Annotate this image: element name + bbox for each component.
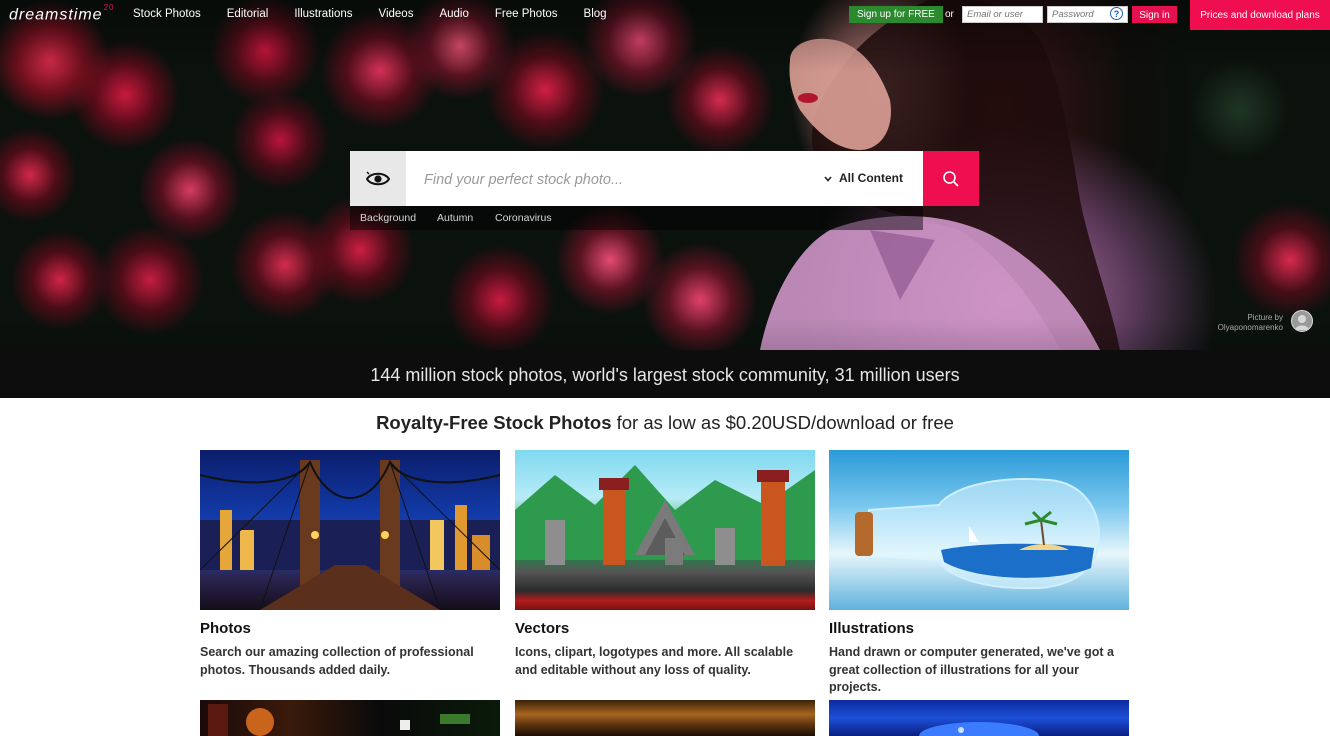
signup-button[interactable]: Sign up for FREE bbox=[849, 6, 943, 23]
card-description: Hand drawn or computer generated, we've … bbox=[829, 645, 1114, 694]
search-button[interactable] bbox=[923, 151, 979, 206]
content-type-value: All Content bbox=[839, 171, 903, 185]
visual-search-button[interactable] bbox=[350, 151, 406, 206]
nav-illustrations[interactable]: Illustrations bbox=[294, 8, 352, 20]
category-card-vectors[interactable]: Vectors Icons, clipart, logotypes and mo… bbox=[515, 450, 815, 679]
logo-badge: 20 bbox=[103, 3, 115, 12]
help-icon[interactable]: ? bbox=[1110, 7, 1123, 20]
logo-text: dreamstime bbox=[9, 6, 103, 24]
chevron-down-icon bbox=[824, 171, 832, 185]
nav-stock-photos[interactable]: Stock Photos bbox=[133, 8, 201, 20]
signin-button[interactable]: Sign in bbox=[1132, 6, 1177, 23]
category-card-illustrations[interactable]: Illustrations Hand drawn or computer gen… bbox=[829, 450, 1129, 697]
top-navigation: dreamstime20 Stock Photos Editorial Illu… bbox=[0, 0, 1330, 30]
card-title[interactable]: Vectors bbox=[515, 620, 815, 637]
prices-plans-button[interactable]: Prices and download plans bbox=[1190, 0, 1330, 30]
nav-videos[interactable]: Videos bbox=[379, 8, 414, 20]
card-title[interactable]: Photos bbox=[200, 620, 500, 637]
nav-editorial[interactable]: Editorial bbox=[227, 8, 269, 20]
search-icon bbox=[943, 170, 959, 187]
nav-audio[interactable]: Audio bbox=[439, 8, 468, 20]
page-headline: Royalty-Free Stock Photos for as low as … bbox=[0, 412, 1330, 434]
card-description: Search our amazing collection of profess… bbox=[200, 645, 474, 677]
credit-author[interactable]: Olyaponomarenko bbox=[1218, 323, 1283, 333]
content-type-select[interactable]: All Content bbox=[824, 171, 903, 185]
eye-icon bbox=[366, 171, 390, 185]
illustrations-thumbnail[interactable] bbox=[829, 450, 1129, 610]
vectors-thumbnail[interactable] bbox=[515, 450, 815, 610]
author-avatar[interactable] bbox=[1291, 310, 1313, 332]
nav-blog[interactable]: Blog bbox=[584, 8, 607, 20]
headline-rest: for as low as $0.20USD/download or free bbox=[611, 412, 954, 433]
suggestion-coronavirus[interactable]: Coronavirus bbox=[495, 212, 552, 224]
logo[interactable]: dreamstime20 bbox=[9, 3, 115, 24]
suggestion-autumn[interactable]: Autumn bbox=[437, 212, 473, 224]
photos-thumbnail[interactable] bbox=[200, 450, 500, 610]
card-description: Icons, clipart, logotypes and more. All … bbox=[515, 645, 794, 677]
nav-free-photos[interactable]: Free Photos bbox=[495, 8, 558, 20]
headline-bold: Royalty-Free Stock Photos bbox=[376, 412, 612, 433]
main-nav: Stock Photos Editorial Illustrations Vid… bbox=[133, 8, 633, 20]
search-suggestions: Background Autumn Coronavirus bbox=[350, 206, 923, 230]
category-card-thumbnail[interactable] bbox=[515, 700, 815, 736]
email-field[interactable] bbox=[962, 6, 1043, 23]
category-card-photos[interactable]: Photos Search our amazing collection of … bbox=[200, 450, 500, 679]
or-label: or bbox=[945, 9, 954, 20]
search-input[interactable] bbox=[422, 151, 816, 208]
suggestion-background[interactable]: Background bbox=[360, 212, 416, 224]
search-bar: All Content bbox=[350, 151, 979, 208]
category-card-thumbnail[interactable] bbox=[829, 700, 1129, 736]
hero-tagline: 144 million stock photos, world's larges… bbox=[370, 365, 960, 385]
category-card-thumbnail[interactable] bbox=[200, 700, 500, 736]
card-title[interactable]: Illustrations bbox=[829, 620, 1129, 637]
photo-credit: Picture by Olyaponomarenko bbox=[1218, 313, 1283, 333]
credit-label: Picture by bbox=[1247, 313, 1283, 322]
